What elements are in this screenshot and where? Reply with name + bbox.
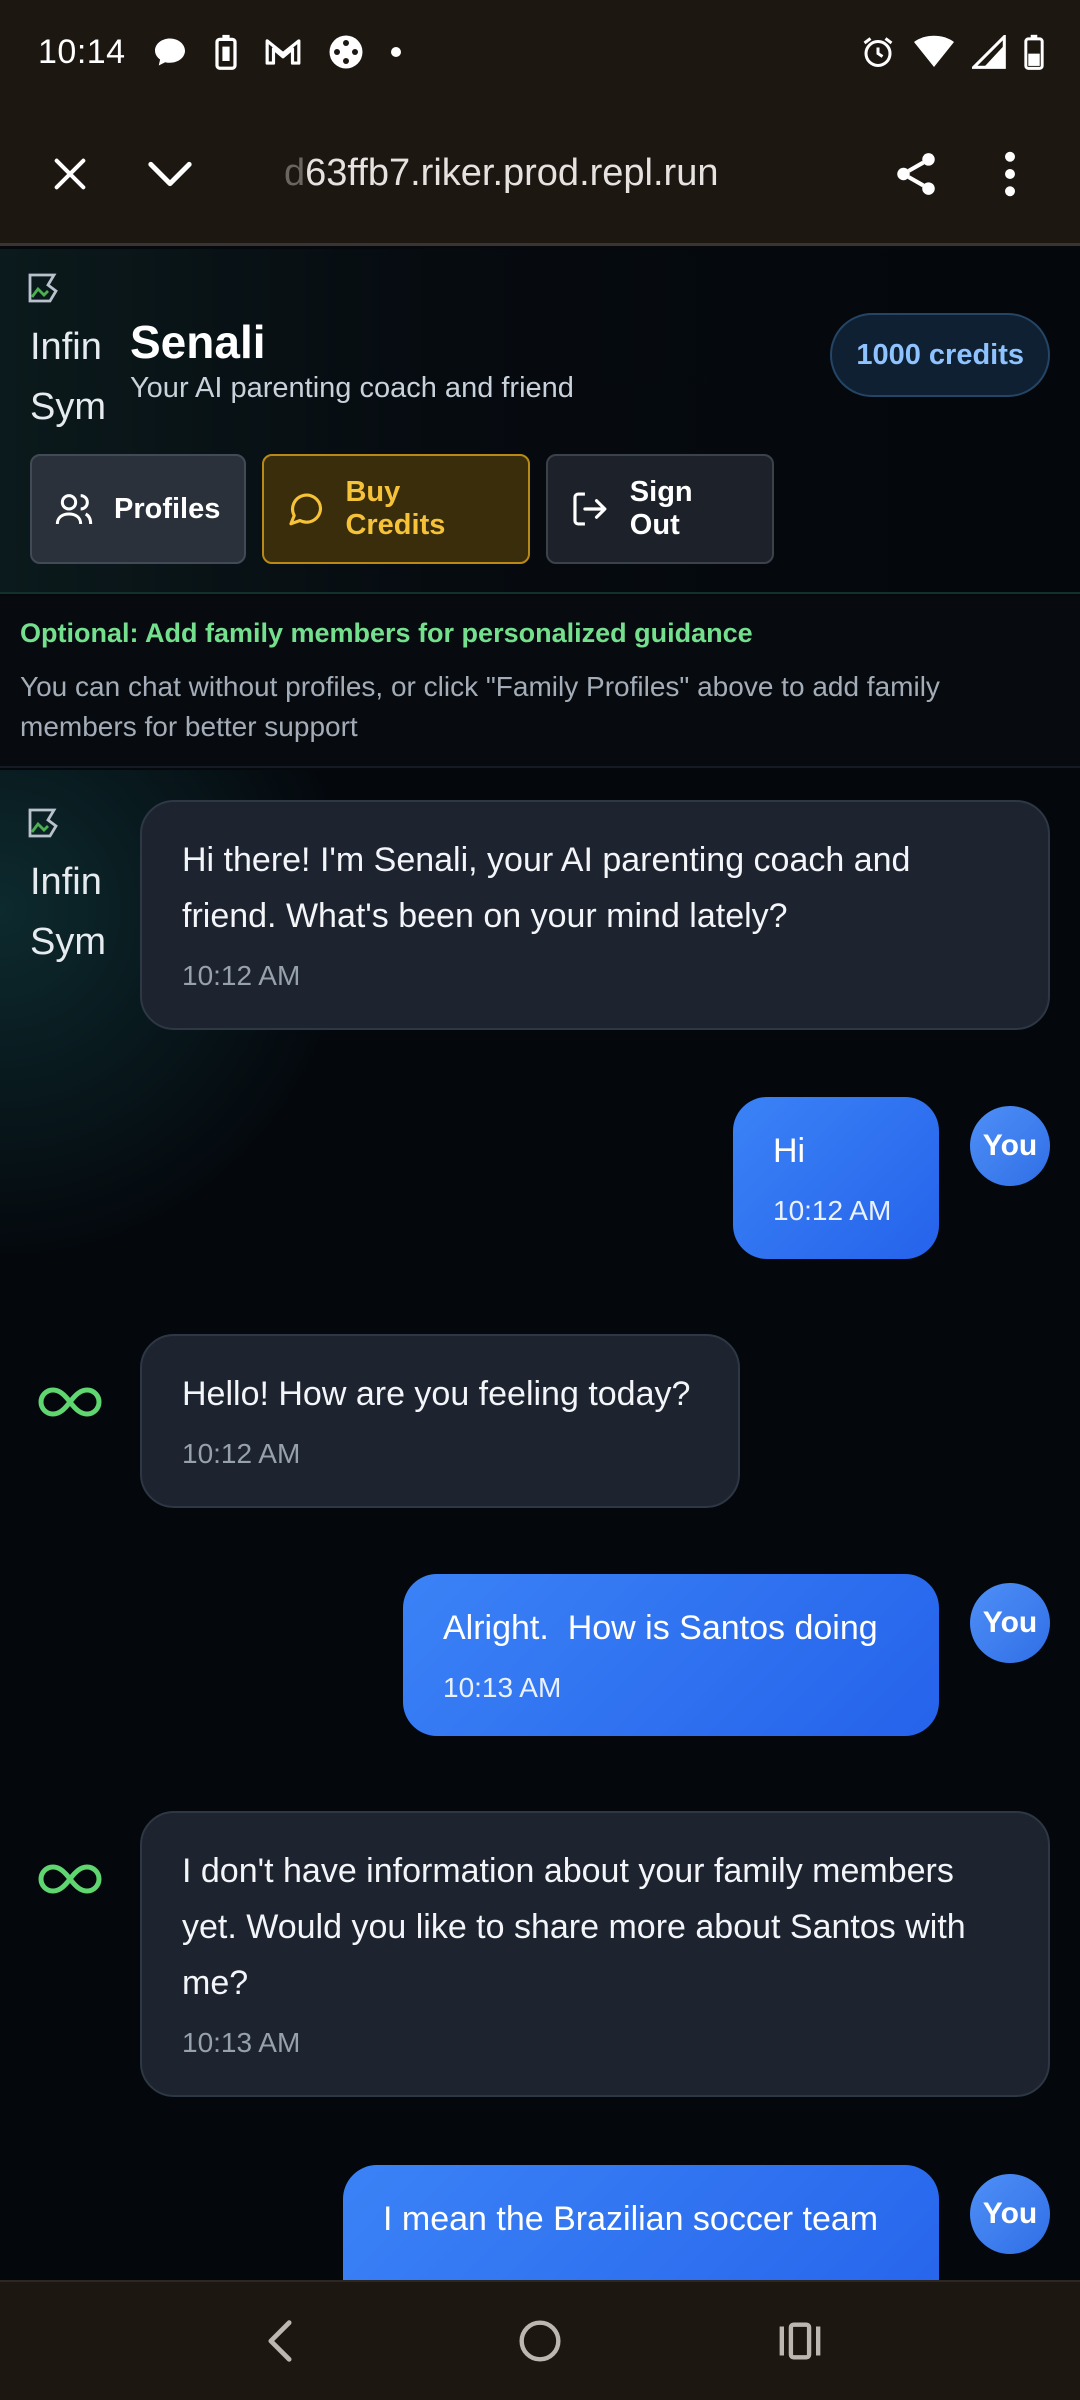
user-message: I mean the Brazilian soccer team: [343, 2165, 939, 2280]
broken-image-icon: [28, 808, 58, 838]
sign-out-button[interactable]: Sign Out: [546, 454, 774, 564]
message-text: I mean the Brazilian soccer team: [383, 2200, 879, 2238]
buy-credits-label: Buy Credits: [345, 476, 446, 541]
profiles-button[interactable]: Profiles: [30, 454, 246, 564]
user-avatar: You: [970, 1106, 1050, 1186]
battery-saver-icon: [214, 34, 238, 70]
url-prefix: d: [284, 152, 306, 194]
message-text: I don't have information about your fami…: [182, 1852, 966, 2002]
broken-image-icon: [28, 273, 58, 303]
ai-avatar-alt-text: Infin Sym: [30, 861, 106, 963]
message-time: 10:12 AM: [182, 1438, 301, 1469]
alarm-icon: [860, 34, 896, 70]
profiles-label: Profiles: [114, 492, 221, 525]
back-icon[interactable]: [240, 2301, 320, 2381]
battery-icon: [1024, 34, 1044, 70]
wifi-icon: [914, 35, 954, 69]
user-message: Alright. How is Santos doing 10:13 AM: [403, 1574, 939, 1736]
browser-toolbar: d63ffb7.riker.prod.repl.run: [0, 104, 1080, 246]
chat-thread[interactable]: Infin Sym Hi there! I'm Senali, your AI …: [0, 770, 1080, 2280]
more-vert-icon[interactable]: [980, 144, 1040, 204]
chat-bubble-icon: [152, 34, 188, 70]
app-title: Senali: [130, 316, 266, 368]
message-text: Hi: [773, 1132, 806, 1170]
message-text: Alright. How is Santos doing: [443, 1609, 878, 1647]
message-time: 10:12 AM: [182, 960, 301, 991]
message-text: Hi there! I'm Senali, your AI parenting …: [182, 841, 911, 935]
sign-out-label: Sign Out: [629, 476, 693, 541]
url-text: 63ffb7.riker.prod.repl.run: [305, 152, 719, 194]
signal-icon: [972, 35, 1006, 69]
status-bar: 10:14: [0, 0, 1080, 104]
game-icon: [328, 34, 364, 70]
infinity-icon: [38, 1387, 102, 1417]
app-header: Infin Sym Senali Your AI parenting coach…: [0, 249, 1080, 594]
users-icon: [55, 494, 93, 525]
close-icon[interactable]: [40, 144, 100, 204]
share-icon[interactable]: [886, 144, 946, 204]
family-profiles-notice: Optional: Add family members for persona…: [0, 596, 1080, 768]
user-message: Hi 10:12 AM: [733, 1097, 939, 1259]
system-nav-bar: [0, 2280, 1080, 2400]
notice-title: Optional: Add family members for persona…: [20, 618, 753, 648]
log-out-icon: [573, 492, 607, 526]
status-time: 10:14: [38, 32, 126, 71]
ai-message: I don't have information about your fami…: [140, 1811, 1050, 2097]
app-subtitle: Your AI parenting coach and friend: [130, 372, 574, 404]
home-icon[interactable]: [500, 2301, 580, 2381]
message-circle-icon: [289, 493, 323, 526]
ai-message: Hello! How are you feeling today? 10:12 …: [140, 1334, 740, 1508]
recents-icon[interactable]: [760, 2301, 840, 2381]
dot-icon: [390, 46, 402, 58]
message-text: Hello! How are you feeling today?: [182, 1375, 691, 1413]
user-avatar: You: [970, 2174, 1050, 2254]
message-time: 10:13 AM: [182, 2027, 301, 2058]
message-time: 10:12 AM: [773, 1195, 892, 1226]
infinity-icon: [38, 1864, 102, 1894]
chevron-down-icon[interactable]: [140, 144, 200, 204]
logo-alt-text: Infin Sym: [30, 326, 106, 428]
message-time: 10:13 AM: [443, 1672, 562, 1703]
notice-body: You can chat without profiles, or click …: [20, 671, 940, 742]
ai-avatar: Infin Sym: [28, 808, 114, 968]
app-logo: Infin Sym: [28, 273, 114, 433]
header-actions: Profiles Buy Credits Sign Out: [30, 454, 774, 564]
credits-badge: 1000 credits: [830, 313, 1050, 397]
url-bar[interactable]: d63ffb7.riker.prod.repl.run: [284, 152, 886, 195]
buy-credits-button[interactable]: Buy Credits: [262, 454, 530, 564]
gmail-icon: [264, 37, 302, 67]
user-avatar: You: [970, 1583, 1050, 1663]
ai-message: Hi there! I'm Senali, your AI parenting …: [140, 800, 1050, 1030]
